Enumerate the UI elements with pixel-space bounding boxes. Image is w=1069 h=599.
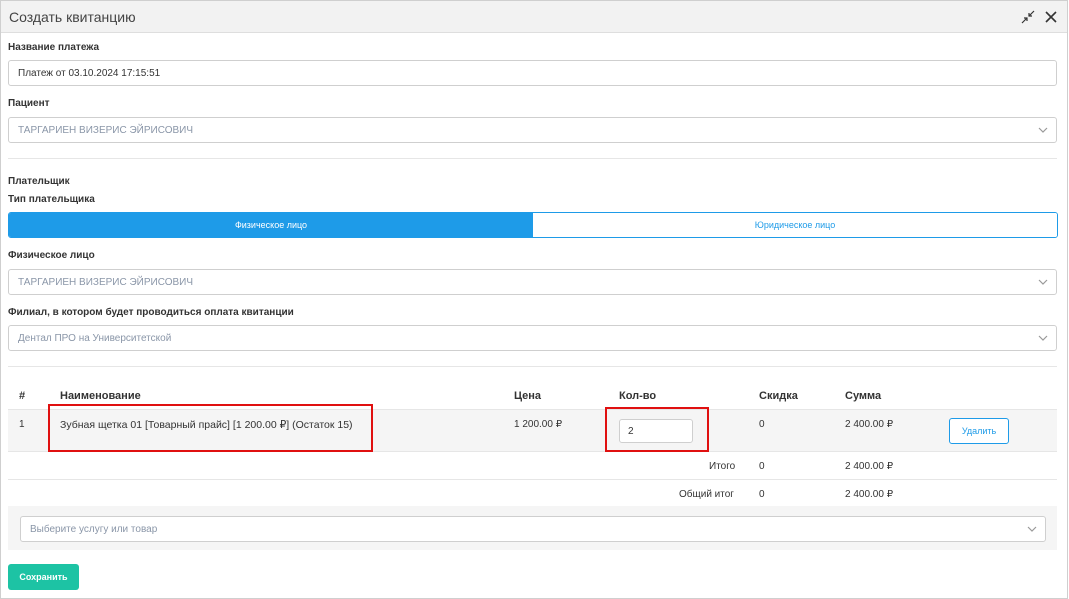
subtotal-discount: 0 <box>759 461 765 472</box>
col-header-num: # <box>19 390 26 402</box>
payer-type-individual[interactable]: Физическое лицо <box>9 213 533 237</box>
col-header-qty: Кол-во <box>619 390 657 402</box>
divider <box>8 158 1057 159</box>
row-num: 1 <box>19 419 25 430</box>
dialog-titlebar: Создать квитанцию <box>1 1 1067 33</box>
subtotal-sum: 2 400.00 ₽ <box>845 461 894 472</box>
patient-select[interactable]: ТАРГАРИЕН ВИЗЕРИС ЭЙРИСОВИЧ <box>8 117 1057 143</box>
row-sum: 2 400.00 ₽ <box>845 419 894 430</box>
close-icon[interactable] <box>1041 7 1061 27</box>
chevron-down-icon <box>1027 526 1037 532</box>
payer-section-label: Плательщик <box>8 176 70 187</box>
collapse-icon[interactable] <box>1018 7 1038 27</box>
highlight-box-quantity <box>605 407 709 452</box>
branch-select[interactable]: Дентал ПРО на Университетской <box>8 325 1057 351</box>
payer-type-legal-entity[interactable]: Юридическое лицо <box>533 213 1057 237</box>
payer-type-toggle: Физическое лицо Юридическое лицо <box>8 212 1058 238</box>
chevron-down-icon <box>1038 279 1048 285</box>
chevron-down-icon <box>1038 127 1048 133</box>
payment-name-value: Платеж от 03.10.2024 17:15:51 <box>18 67 161 79</box>
individual-value: ТАРГАРИЕН ВИЗЕРИС ЭЙРИСОВИЧ <box>18 276 194 288</box>
add-item-placeholder: Выберите услугу или товар <box>30 523 158 535</box>
row-discount: 0 <box>759 419 765 430</box>
grand-total-sum: 2 400.00 ₽ <box>845 489 894 500</box>
branch-label: Филиал, в котором будет проводиться опла… <box>8 307 294 318</box>
save-button[interactable]: Сохранить <box>8 564 79 590</box>
col-header-name: Наименование <box>60 390 141 402</box>
subtotal-label: Итого <box>709 461 736 472</box>
branch-value: Дентал ПРО на Университетской <box>18 332 172 344</box>
dialog-title: Создать квитанцию <box>9 9 136 25</box>
col-header-discount: Скидка <box>759 390 798 402</box>
create-receipt-dialog: Создать квитанцию Название платежа Плате… <box>0 0 1068 599</box>
delete-button[interactable]: Удалить <box>949 418 1009 444</box>
patient-label: Пациент <box>8 98 50 109</box>
payer-type-label: Тип плательщика <box>8 194 95 205</box>
divider <box>8 479 1057 480</box>
add-item-select[interactable]: Выберите услугу или товар <box>20 516 1046 542</box>
highlight-box-item-name <box>48 404 373 452</box>
col-header-sum: Сумма <box>845 390 882 402</box>
divider <box>8 366 1057 367</box>
individual-select[interactable]: ТАРГАРИЕН ВИЗЕРИС ЭЙРИСОВИЧ <box>8 269 1057 295</box>
payment-name-input[interactable]: Платеж от 03.10.2024 17:15:51 <box>8 60 1057 86</box>
payment-name-label: Название платежа <box>8 42 100 53</box>
row-price: 1 200.00 ₽ <box>514 419 563 430</box>
chevron-down-icon <box>1038 335 1048 341</box>
individual-label: Физическое лицо <box>8 250 95 261</box>
col-header-price: Цена <box>514 390 542 402</box>
grand-total-label: Общий итог <box>679 489 734 500</box>
grand-total-discount: 0 <box>759 489 765 500</box>
patient-value: ТАРГАРИЕН ВИЗЕРИС ЭЙРИСОВИЧ <box>18 124 194 136</box>
